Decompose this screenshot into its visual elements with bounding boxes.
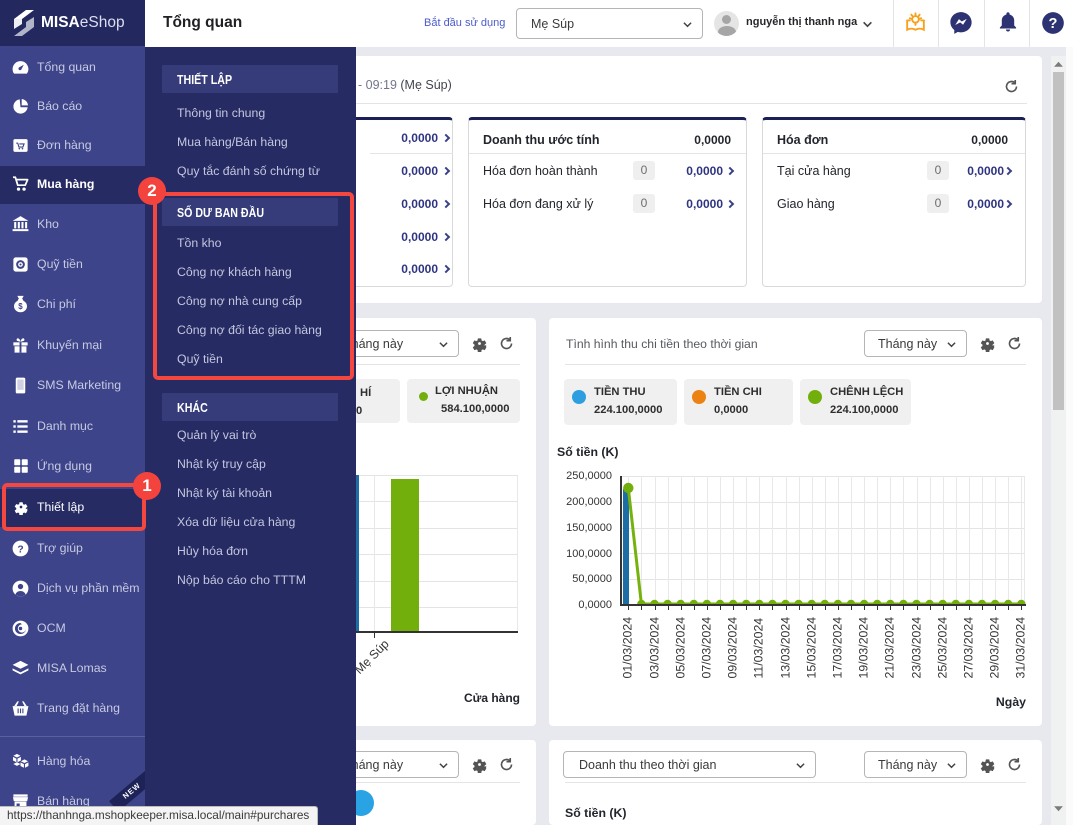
svg-text:?: ? [17,544,23,555]
svg-text:$: $ [18,302,23,311]
svg-text:?: ? [1049,16,1058,32]
